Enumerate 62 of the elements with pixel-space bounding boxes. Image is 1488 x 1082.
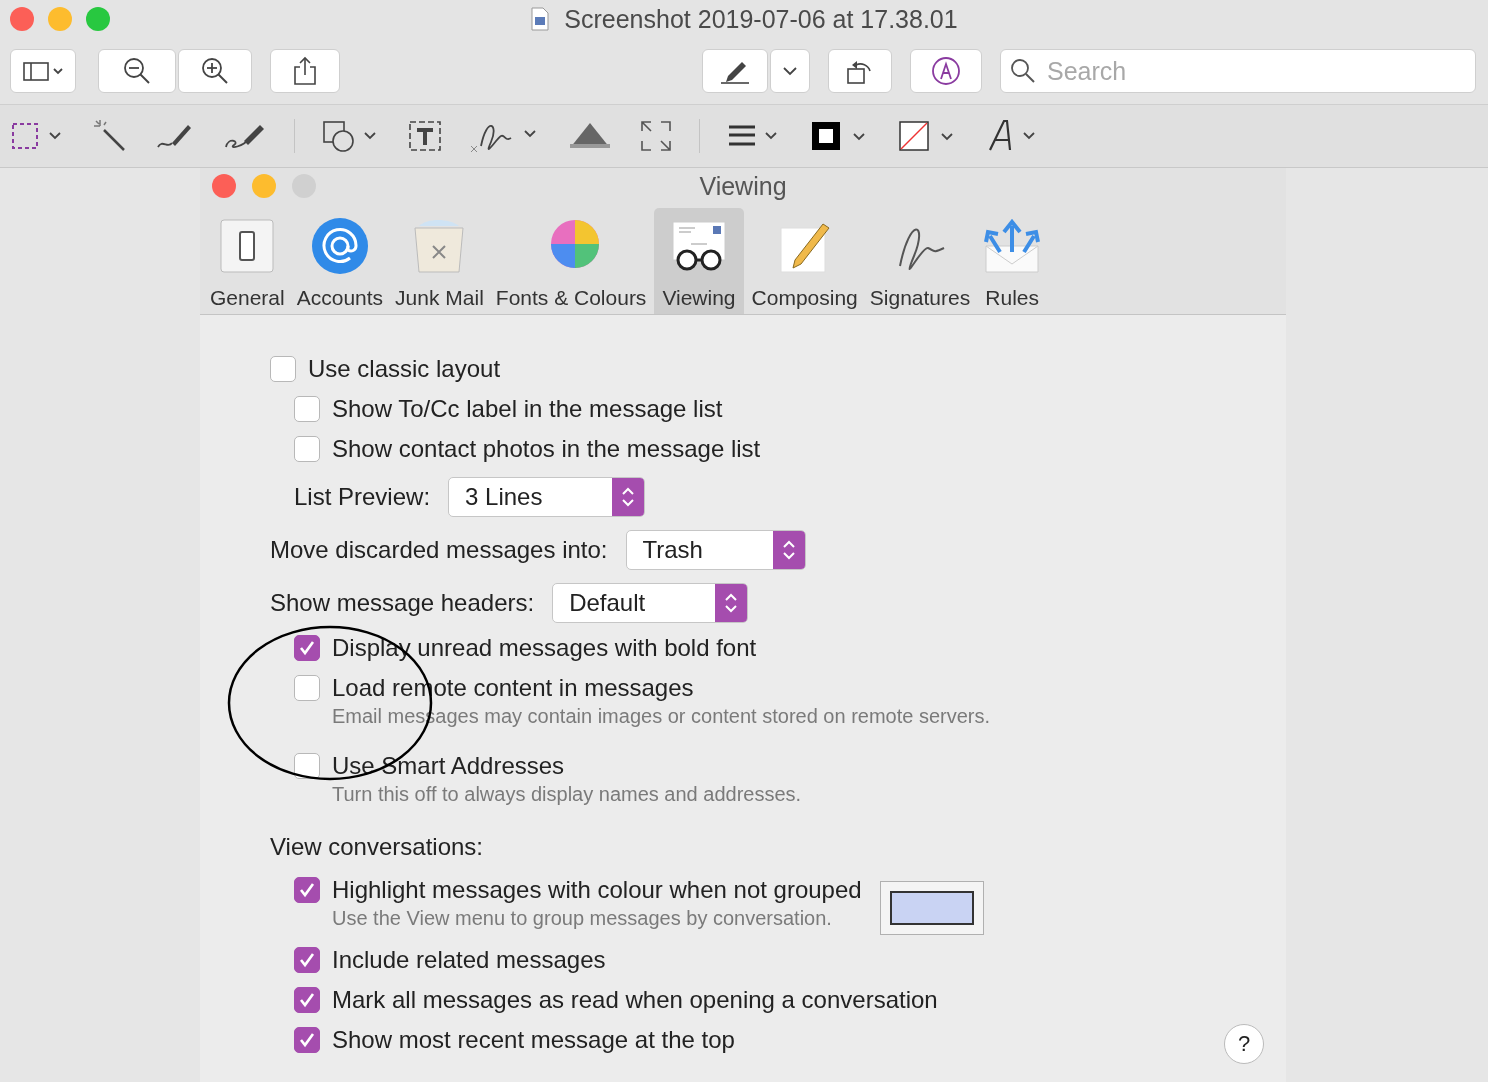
zoom-in-button[interactable] xyxy=(178,49,252,93)
checkbox-label: Show most recent message at the top xyxy=(332,1026,735,1054)
sidebar-button[interactable] xyxy=(10,49,76,93)
popup-button[interactable]: Default xyxy=(552,583,749,623)
up-down-arrows-icon xyxy=(781,538,796,562)
checkbox-label: Show contact photos in the message list xyxy=(332,435,761,463)
help-button[interactable]: ? xyxy=(1224,1024,1264,1064)
markup-button[interactable] xyxy=(910,49,982,93)
checkbox[interactable] xyxy=(294,987,320,1013)
checkbox[interactable] xyxy=(294,675,320,701)
preferences-tab[interactable]: Rules xyxy=(978,208,1047,314)
pen-tip-circle-icon xyxy=(930,55,962,87)
preferences-tab[interactable]: Signatures xyxy=(865,208,975,314)
document-icon xyxy=(530,7,551,31)
checkbox[interactable] xyxy=(294,753,320,779)
resize-icon[interactable] xyxy=(639,119,673,153)
checkbox[interactable] xyxy=(294,436,320,462)
popup-label: List Preview: xyxy=(294,483,431,511)
checkbox-label: Use classic layout xyxy=(308,355,501,383)
window-title: Screenshot 2019-07-06 at 17.38.01 xyxy=(564,4,958,34)
search-field[interactable]: Search xyxy=(1000,49,1476,93)
checkbox[interactable] xyxy=(294,947,320,973)
checkbox[interactable] xyxy=(294,396,320,422)
caret-icon xyxy=(782,66,798,76)
preferences-tab[interactable]: Accounts xyxy=(292,208,388,314)
at-sign-icon xyxy=(309,216,370,276)
share-button[interactable] xyxy=(270,49,340,93)
rotate-button[interactable] xyxy=(828,49,892,93)
share-icon xyxy=(292,56,318,86)
checkbox[interactable] xyxy=(270,356,296,382)
up-down-arrows-icon xyxy=(621,485,636,509)
checkbox-label: Mark all messages as read when opening a conversation xyxy=(332,986,938,1014)
sidebar-icon xyxy=(21,59,65,83)
checkbox[interactable] xyxy=(294,877,320,903)
preferences-tab[interactable]: General xyxy=(206,208,289,314)
section-heading: View conversations: xyxy=(270,833,483,861)
zoom-out-button[interactable] xyxy=(98,49,176,93)
preferences-tab[interactable]: Composing xyxy=(747,208,862,314)
popup-label: Move discarded messages into: xyxy=(270,536,608,564)
search-icon xyxy=(1010,58,1036,84)
preferences-title: Viewing xyxy=(699,171,787,201)
preferences-tab[interactable]: Fonts & Colours xyxy=(491,208,651,314)
checkbox[interactable] xyxy=(294,1027,320,1053)
hint-text: Turn this off to always display names and addresses. xyxy=(332,782,802,806)
envelope-arrows-icon xyxy=(982,216,1043,276)
checkbox-label: Include related messages xyxy=(332,946,606,974)
checkbox-label: Highlight messages with colour when not grouped xyxy=(332,876,862,904)
checkbox-label: Show To/Cc label in the message list xyxy=(332,395,723,423)
popup-button[interactable]: 3 Lines xyxy=(448,477,646,517)
popup-button[interactable]: Trash xyxy=(625,530,806,570)
checkbox-label: Use Smart Addresses xyxy=(332,752,565,780)
preferences-tab[interactable]: Viewing xyxy=(654,208,744,314)
popup-label: Show message headers: xyxy=(270,589,535,617)
checkbox[interactable] xyxy=(294,635,320,661)
highlight-button[interactable] xyxy=(702,49,768,93)
preferences-tab[interactable]: Junk Mail xyxy=(391,208,488,314)
color-well[interactable] xyxy=(879,881,984,935)
hint-text: Use the View menu to group messages by conversation. xyxy=(332,906,832,930)
zoom-in-icon xyxy=(200,56,230,86)
zoom-out-icon xyxy=(122,56,152,86)
text-box-icon[interactable] xyxy=(407,119,443,153)
up-down-arrows-icon xyxy=(724,591,739,615)
